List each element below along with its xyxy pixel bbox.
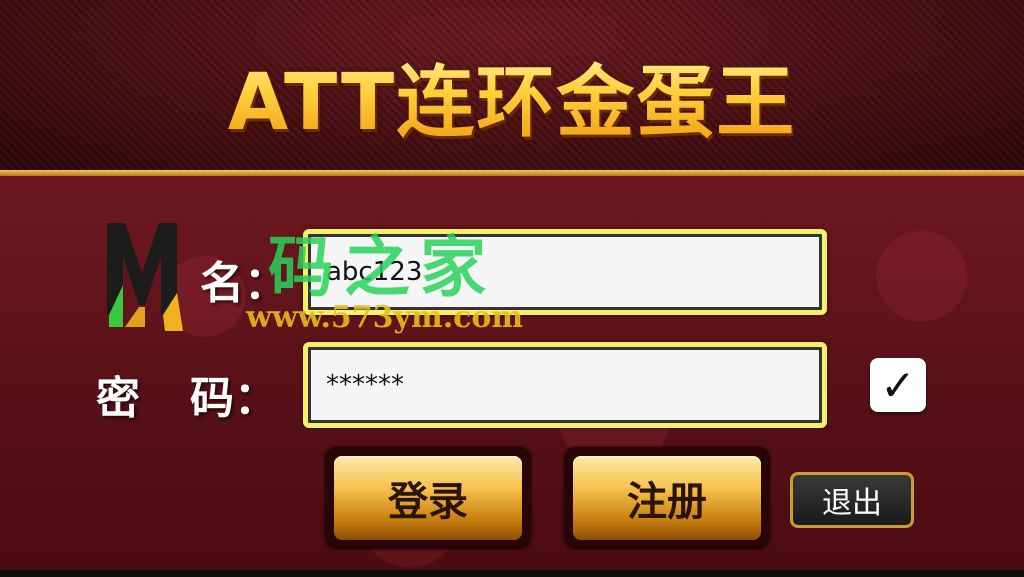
login-button-frame: 登录 [325, 447, 531, 549]
m-logo-icon [107, 223, 183, 331]
login-button[interactable]: 登录 [334, 456, 522, 540]
game-title: ATT连环金蛋王 [0, 40, 1024, 152]
register-button-frame: 注册 [564, 447, 770, 549]
password-label-second-char: 码： [190, 373, 278, 424]
password-label-first-char: 密 [96, 373, 140, 424]
register-button[interactable]: 注册 [573, 456, 761, 540]
password-input[interactable]: ****** [303, 342, 827, 428]
watermark-url: www.573ym.com [246, 300, 524, 335]
check-icon: ✓ [880, 360, 916, 410]
bottom-strip [0, 570, 1024, 577]
remember-password-checkbox[interactable]: ✓ [870, 358, 926, 412]
exit-button[interactable]: 退出 [790, 472, 914, 528]
watermark-text: 码之家 [268, 228, 496, 306]
